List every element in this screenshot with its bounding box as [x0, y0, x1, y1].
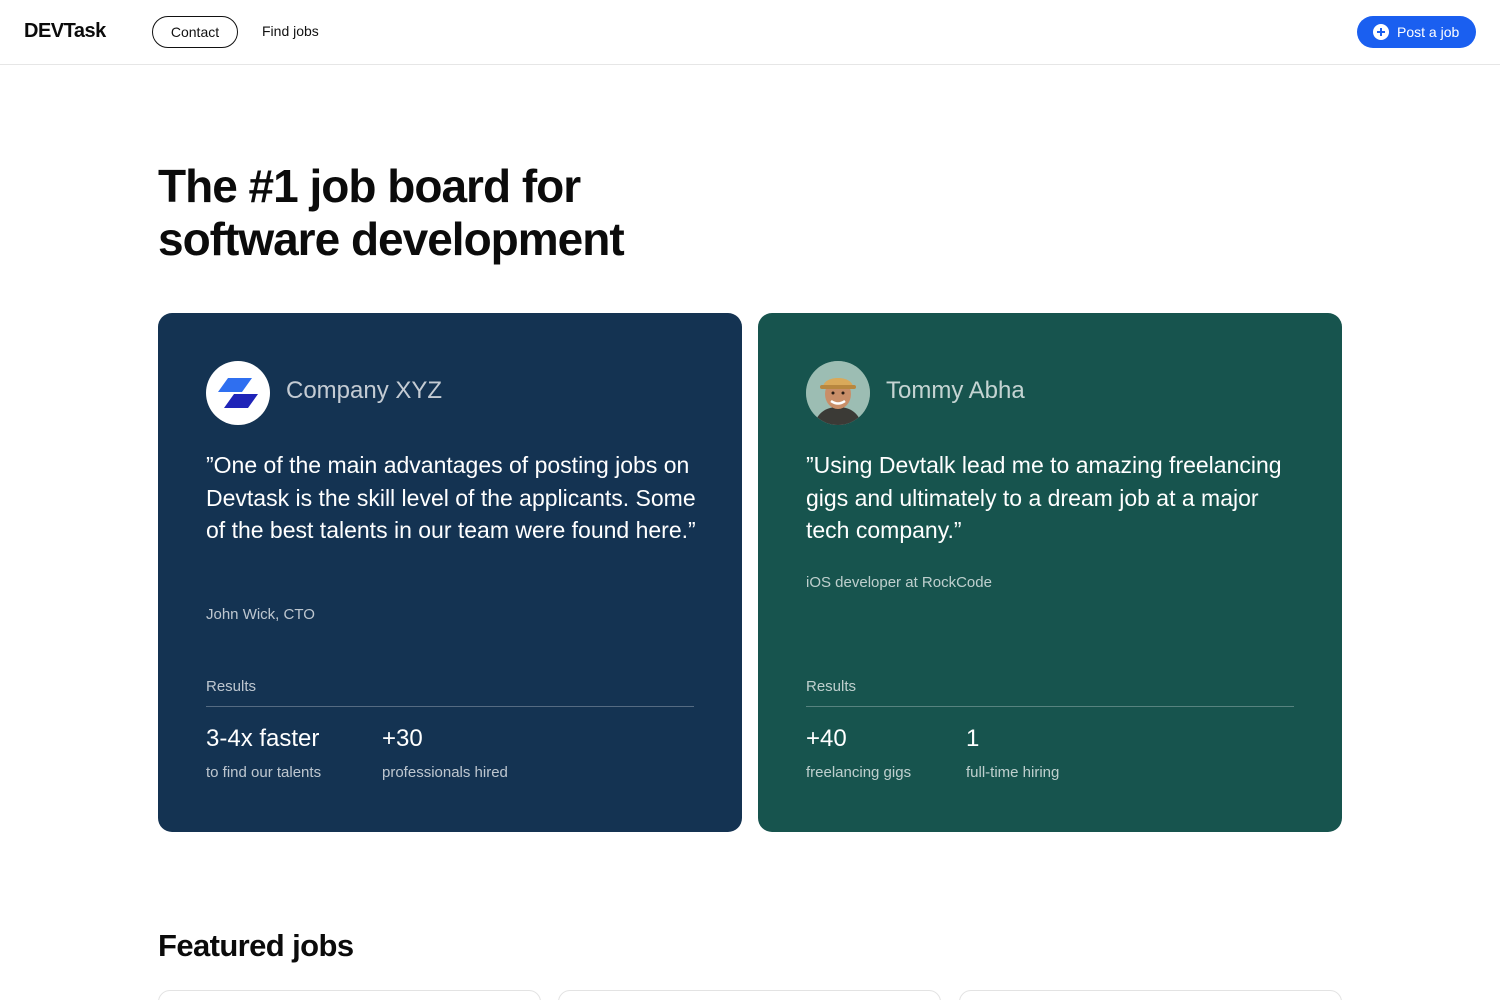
testimonial-name: Company XYZ	[286, 377, 443, 404]
post-job-button[interactable]: Post a job	[1357, 16, 1476, 48]
person-avatar-icon	[806, 361, 870, 425]
testimonial-name: Tommy Abha	[886, 377, 1025, 404]
stat-caption: freelancing gigs	[806, 764, 912, 781]
job-card[interactable]	[158, 990, 541, 1000]
result-stat: 1 full-time hiring	[966, 723, 1059, 781]
result-stat: 3-4x faster to find our talents	[206, 723, 321, 781]
hero-title: The #1 job board for software developmen…	[158, 160, 798, 266]
stat-value: +40	[806, 725, 847, 752]
stat-caption: professionals hired	[382, 764, 508, 781]
stat-value: +30	[382, 725, 423, 752]
company-logo-icon	[206, 361, 270, 425]
stat-value: 1	[966, 725, 980, 752]
plus-circle-icon	[1373, 24, 1389, 40]
results-label: Results	[806, 678, 857, 695]
stat-caption: full-time hiring	[966, 764, 1060, 781]
top-navigation-bar: DEVTask Contact Find jobs Post a job	[0, 0, 1500, 65]
testimonial-author: John Wick, CTO	[206, 606, 315, 623]
hero-title-line-1: The #1 job board for	[158, 160, 581, 212]
job-card[interactable]	[558, 990, 941, 1000]
hero-title-line-2: software development	[158, 213, 625, 265]
nav-contact-link[interactable]: Contact	[152, 16, 238, 48]
post-job-label: Post a job	[1397, 24, 1460, 40]
results-label: Results	[206, 678, 257, 695]
featured-jobs-heading: Featured jobs	[158, 928, 354, 963]
testimonial-card-company: Company XYZ ”One of the main advantages …	[158, 313, 742, 832]
nav-find-jobs-link[interactable]: Find jobs	[262, 23, 319, 39]
testimonial-author: iOS developer at RockCode	[806, 574, 992, 591]
stat-caption: to find our talents	[206, 764, 322, 781]
results-divider	[206, 706, 694, 707]
brand-logo[interactable]: DEVTask	[24, 20, 106, 43]
testimonial-card-developer: Tommy Abha ”Using Devtalk lead me to ama…	[758, 313, 1342, 832]
stat-value: 3-4x faster	[206, 725, 320, 752]
testimonial-quote: ”Using Devtalk lead me to amazing freela…	[806, 452, 1282, 543]
result-stat: +40 freelancing gigs	[806, 723, 911, 781]
job-card[interactable]	[959, 990, 1342, 1000]
testimonial-quote: ”One of the main advantages of posting j…	[206, 452, 696, 543]
results-divider	[806, 706, 1294, 707]
result-stat: +30 professionals hired	[382, 723, 508, 781]
